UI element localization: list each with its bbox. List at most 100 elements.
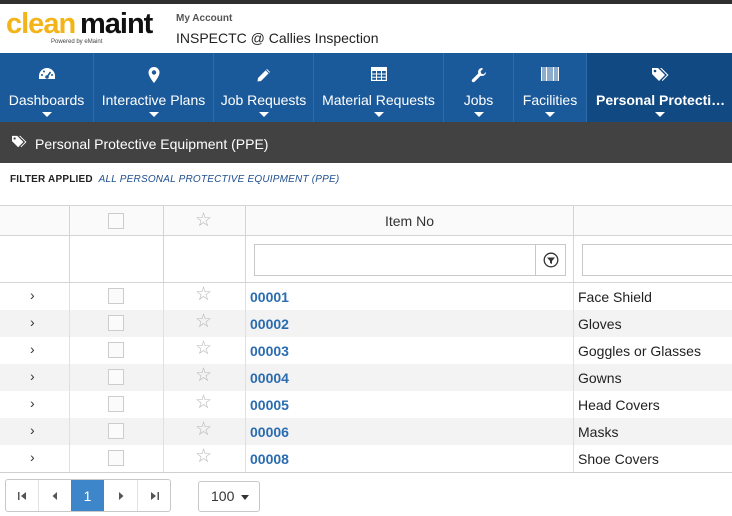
row-checkbox[interactable] [108,450,124,466]
chevron-down-icon [41,112,52,117]
logo-text-clean: clean [6,8,76,40]
cleanmaint-logo[interactable]: clean maint Powered by eMaint [6,8,166,50]
table-row[interactable]: › ☆ 00006 Masks [0,418,732,445]
chevron-right-icon[interactable]: › [30,368,35,384]
item-no-link[interactable]: 00005 [250,397,289,413]
item-no-link[interactable]: 00002 [250,316,289,332]
table-row[interactable]: › ☆ 00004 Gowns [0,364,732,391]
chevron-right-icon[interactable]: › [30,341,35,357]
table-row[interactable]: › ☆ 00003 Goggles or Glasses [0,337,732,364]
chevron-right-icon[interactable]: › [30,314,35,330]
page-title-bar: Personal Protective Equipment (PPE) [0,122,732,163]
table-row[interactable]: › ☆ 00005 Head Covers [0,391,732,418]
page-number-current[interactable]: 1 [71,480,104,511]
row-checkbox[interactable] [108,315,124,331]
nav-label: Interactive Plans [101,92,206,108]
item-description: Gowns [578,370,622,386]
row-checkbox[interactable] [108,369,124,385]
account-name: INSPECTC @ Callies Inspection [176,30,379,46]
page-size-select[interactable]: 100 [198,481,260,512]
star-icon[interactable]: ☆ [195,312,212,331]
description-filter-input[interactable] [582,244,732,276]
previous-page-button[interactable] [39,480,72,511]
expand-cell[interactable]: › [0,391,70,418]
favorite-cell: ☆ [164,418,246,445]
next-page-button[interactable] [105,480,138,511]
nav-item-dashboards[interactable]: Dashboards [0,53,94,122]
wrench-icon [444,67,513,83]
chevron-right-icon[interactable]: › [30,449,35,465]
expand-cell[interactable]: › [0,283,70,310]
row-checkbox[interactable] [108,423,124,439]
expand-cell[interactable]: › [0,337,70,364]
main-nav: Dashboards Interactive Plans Job Request… [0,53,732,122]
expand-cell[interactable]: › [0,418,70,445]
star-icon[interactable]: ☆ [195,420,212,439]
table-row[interactable]: › ☆ 00002 Gloves [0,310,732,337]
nav-item-jobs[interactable]: Jobs [444,53,514,122]
nav-item-facilities[interactable]: Facilities [514,53,587,122]
item-no-cell: 00001 [246,283,574,310]
select-all-checkbox[interactable] [108,213,124,229]
chevron-down-icon [148,112,159,117]
filter-value-link[interactable]: ALL PERSONAL PROTECTIVE EQUIPMENT (PPE) [99,174,340,185]
item-no-link[interactable]: 00003 [250,343,289,359]
expand-cell[interactable]: › [0,445,70,472]
nav-item-material-requests[interactable]: Material Requests [314,53,444,122]
filter-cell-empty [0,236,70,282]
nav-label: Jobs [463,92,494,108]
row-checkbox[interactable] [108,288,124,304]
last-page-icon [150,491,159,500]
filter-cell-empty [70,236,164,282]
star-icon[interactable]: ☆ [195,366,212,385]
item-no-cell: 00006 [246,418,574,445]
star-icon[interactable]: ☆ [195,285,212,304]
chevron-right-icon[interactable]: › [30,287,35,303]
chevron-right-icon[interactable]: › [30,395,35,411]
header-expand-cell [0,206,70,235]
map-marker-icon [94,67,213,83]
nav-item-job-requests[interactable]: Job Requests [214,53,314,122]
logo-powered-by: Powered by eMaint [51,39,103,45]
filter-icon[interactable] [535,245,565,275]
item-no-link[interactable]: 00008 [250,451,289,467]
favorite-cell: ☆ [164,310,246,337]
item-no-link[interactable]: 00001 [250,289,289,305]
select-cell [70,283,164,310]
star-icon[interactable]: ☆ [195,393,212,412]
column-header-item-no: Item No [384,213,434,229]
item-no-link[interactable]: 00006 [250,424,289,440]
item-description: Masks [578,424,619,440]
item-no-cell: 00008 [246,445,574,472]
my-account-label[interactable]: My Account [176,13,232,24]
item-no-filter-input[interactable] [254,244,566,276]
item-no-link[interactable]: 00004 [250,370,289,386]
chevron-down-icon [473,112,484,117]
favorite-cell: ☆ [164,391,246,418]
expand-cell[interactable]: › [0,364,70,391]
header-description[interactable] [574,206,732,235]
nav-label: Facilities [522,92,578,108]
expand-cell[interactable]: › [0,310,70,337]
item-description: Gloves [578,316,622,332]
first-page-button[interactable] [6,480,39,511]
select-cell [70,364,164,391]
row-checkbox[interactable] [108,396,124,412]
pencil-icon [214,67,313,83]
page-title: Personal Protective Equipment (PPE) [35,136,269,152]
nav-item-personal-protective[interactable]: Personal Protective ... [587,53,732,122]
star-icon[interactable]: ☆ [195,339,212,358]
table-row[interactable]: › ☆ 00008 Shoe Covers [0,445,732,472]
star-icon[interactable]: ☆ [195,447,212,466]
description-cell: Gowns [574,364,732,391]
next-icon [119,491,124,500]
header-item-no[interactable]: Item No [246,206,574,235]
last-page-button[interactable] [138,480,171,511]
nav-label: Personal Protective ... [596,92,732,108]
table-row[interactable]: › ☆ 00001 Face Shield [0,283,732,310]
logo-text-maint: maint [80,8,153,40]
nav-item-interactive-plans[interactable]: Interactive Plans [94,53,214,122]
row-checkbox[interactable] [108,342,124,358]
chevron-right-icon[interactable]: › [30,422,35,438]
star-icon[interactable]: ☆ [195,211,212,230]
